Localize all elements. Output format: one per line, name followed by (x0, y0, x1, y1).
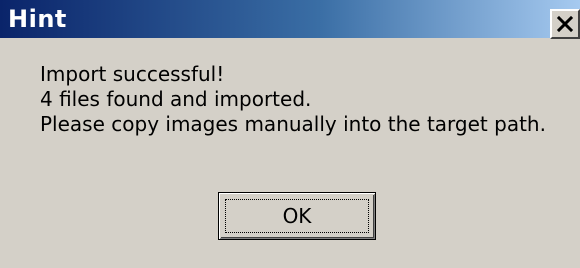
hint-dialog: Hint Import successful! 4 files found an… (0, 0, 580, 268)
ok-button-label: OK (282, 204, 312, 228)
message-line: Import successful! (40, 62, 225, 86)
close-icon (556, 15, 574, 33)
title-bar[interactable]: Hint (0, 0, 580, 39)
message-line: Please copy images manually into the tar… (40, 112, 546, 136)
close-button[interactable] (550, 9, 580, 39)
message-text: Import successful! 4 files found and imp… (40, 62, 546, 137)
window-title: Hint (8, 5, 67, 33)
message-line: 4 files found and imported. (40, 87, 312, 111)
ok-button[interactable]: OK (218, 192, 376, 240)
